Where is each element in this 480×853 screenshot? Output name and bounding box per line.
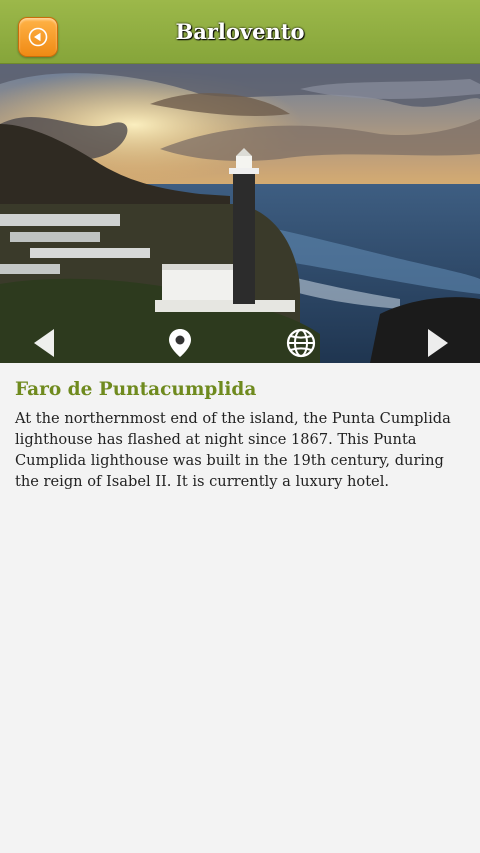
app-header: Barlovento (0, 0, 480, 64)
page-title: Barlovento (175, 19, 305, 44)
map-pin-icon (169, 329, 191, 357)
hero-image (0, 64, 480, 363)
next-button[interactable] (418, 323, 458, 363)
website-button[interactable] (281, 323, 321, 363)
chevron-left-icon (34, 329, 54, 357)
hero-nav (0, 323, 480, 363)
place-details: Faro de Puntacumplida At the northernmos… (0, 363, 480, 492)
globe-icon (286, 328, 316, 358)
lighthouse-photo (0, 64, 480, 363)
location-button[interactable] (160, 323, 200, 363)
place-description: At the northernmost end of the island, t… (15, 410, 451, 490)
place-title: Faro de Puntacumplida (15, 379, 257, 400)
chevron-right-icon (428, 329, 448, 357)
prev-button[interactable] (24, 323, 64, 363)
